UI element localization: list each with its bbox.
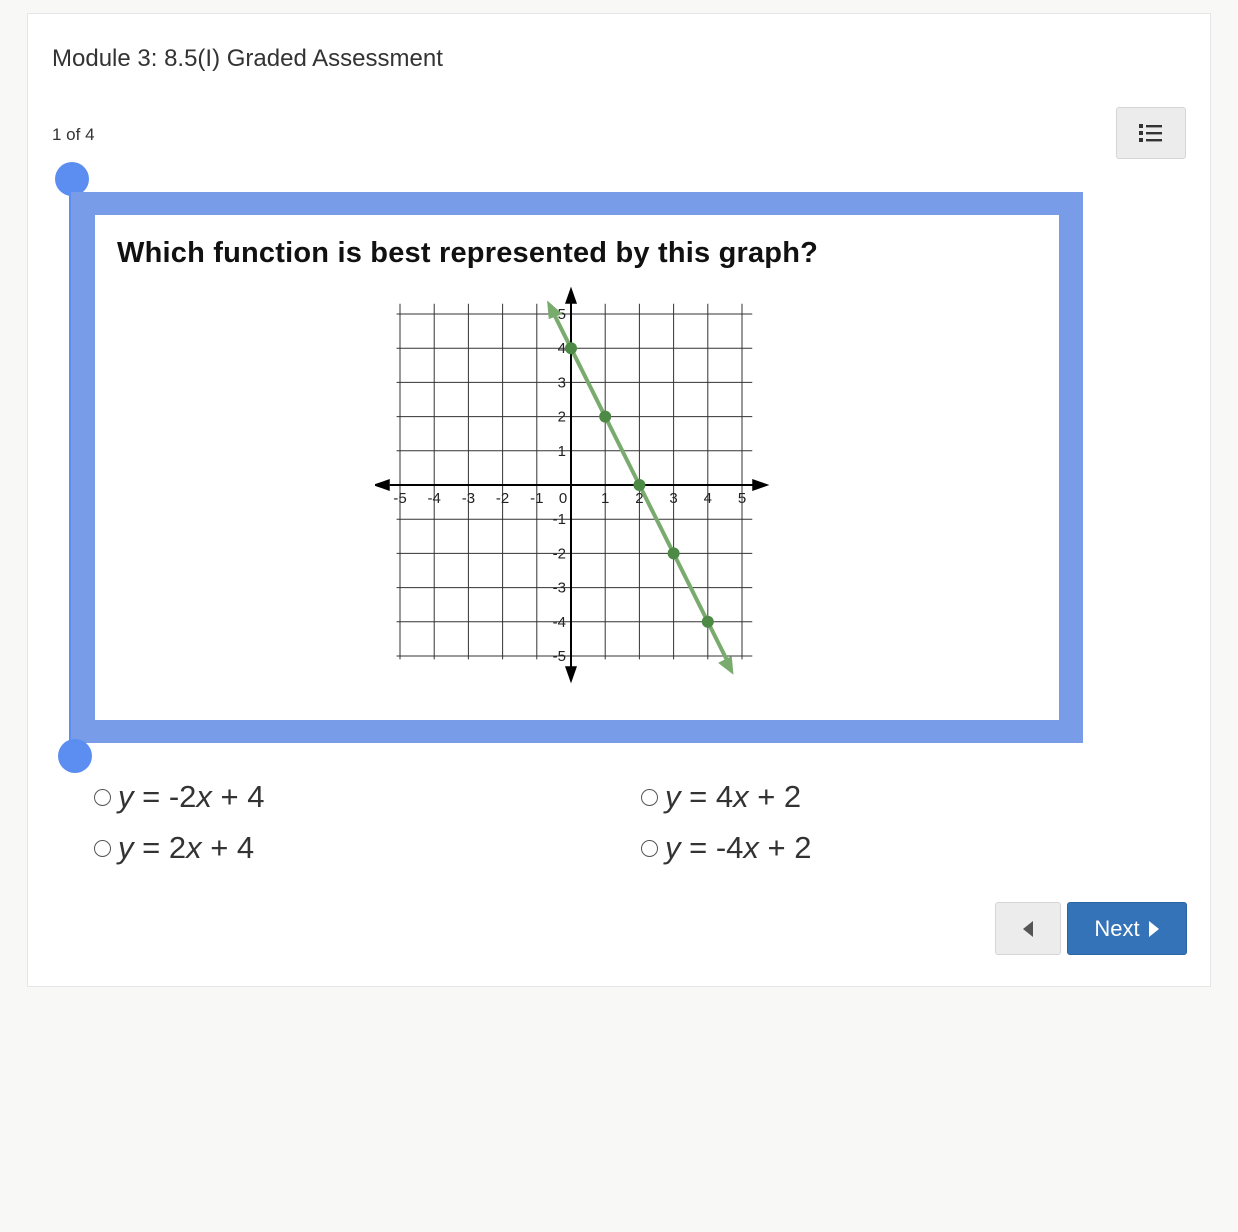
choice-c[interactable]: y = 2x + 4 bbox=[94, 830, 254, 866]
x-axis-arrow-left bbox=[375, 479, 390, 491]
x-axis-arrow-right bbox=[752, 479, 770, 491]
question-list-button[interactable] bbox=[1116, 107, 1186, 159]
y-tick-label: -2 bbox=[553, 545, 566, 562]
x-tick-label: -1 bbox=[530, 490, 543, 507]
next-button[interactable]: Next bbox=[1067, 902, 1187, 955]
y-axis-arrow-up bbox=[565, 286, 577, 304]
graph-point bbox=[599, 410, 612, 423]
x-tick-label: 5 bbox=[738, 490, 746, 507]
radio-button[interactable] bbox=[641, 788, 658, 806]
x-tick-label: 0 bbox=[559, 490, 567, 507]
graph-point bbox=[701, 615, 714, 628]
question-panel: Which function is best represented by th… bbox=[95, 215, 1059, 720]
y-tick-label: -4 bbox=[553, 614, 566, 631]
radio-button[interactable] bbox=[94, 839, 111, 857]
y-tick-label: -1 bbox=[553, 511, 566, 528]
radio-button[interactable] bbox=[641, 839, 658, 857]
caret-left-icon bbox=[1023, 920, 1033, 937]
graph-point bbox=[667, 547, 680, 560]
x-tick-label: -3 bbox=[462, 490, 475, 507]
x-tick-label: 1 bbox=[601, 490, 609, 507]
next-button-label: Next bbox=[1094, 915, 1140, 941]
highlight-handle-top[interactable] bbox=[55, 162, 89, 196]
highlight-handle-bottom[interactable] bbox=[58, 739, 92, 773]
question-text: Which function is best represented by th… bbox=[117, 237, 819, 269]
y-tick-label: -5 bbox=[553, 648, 566, 665]
choice-b[interactable]: y = 4x + 2 bbox=[641, 779, 801, 815]
y-tick-label: 2 bbox=[558, 409, 566, 426]
page-title: Module 3: 8.5(I) Graded Assessment bbox=[52, 45, 443, 72]
y-tick-label: 4 bbox=[558, 340, 566, 357]
graph-point bbox=[633, 479, 646, 491]
coordinate-graph: -5 -4 -3 -2 -1 0 1 2 3 4 554321-1-2-3-4-5 bbox=[375, 286, 770, 684]
assessment-card: Module 3: 8.5(I) Graded Assessment 1 of … bbox=[27, 13, 1211, 987]
graph-point bbox=[565, 342, 577, 355]
choice-label: y = 2x + 4 bbox=[118, 830, 255, 865]
x-tick-label: -5 bbox=[393, 490, 406, 507]
previous-button[interactable] bbox=[995, 902, 1061, 955]
radio-button[interactable] bbox=[94, 788, 111, 806]
x-tick-label: -4 bbox=[428, 490, 441, 507]
y-axis-arrow-down bbox=[565, 666, 577, 684]
choice-a[interactable]: y = -2x + 4 bbox=[94, 779, 264, 815]
y-tick-label: 3 bbox=[558, 374, 566, 391]
x-tick-label: -2 bbox=[496, 490, 509, 507]
y-tick-label: 1 bbox=[558, 443, 566, 460]
y-tick-label: -3 bbox=[553, 580, 566, 597]
choice-label: y = 4x + 2 bbox=[665, 779, 802, 814]
x-tick-label: 4 bbox=[704, 490, 712, 507]
choice-label: y = -2x + 4 bbox=[118, 779, 265, 814]
list-icon bbox=[1139, 124, 1162, 142]
caret-right-icon bbox=[1148, 920, 1159, 937]
question-frame: Which function is best represented by th… bbox=[71, 192, 1083, 743]
x-tick-label: 3 bbox=[669, 490, 677, 507]
choice-label: y = -4x + 2 bbox=[665, 830, 812, 865]
question-progress: 1 of 4 bbox=[52, 125, 95, 144]
choice-d[interactable]: y = -4x + 2 bbox=[641, 830, 811, 866]
